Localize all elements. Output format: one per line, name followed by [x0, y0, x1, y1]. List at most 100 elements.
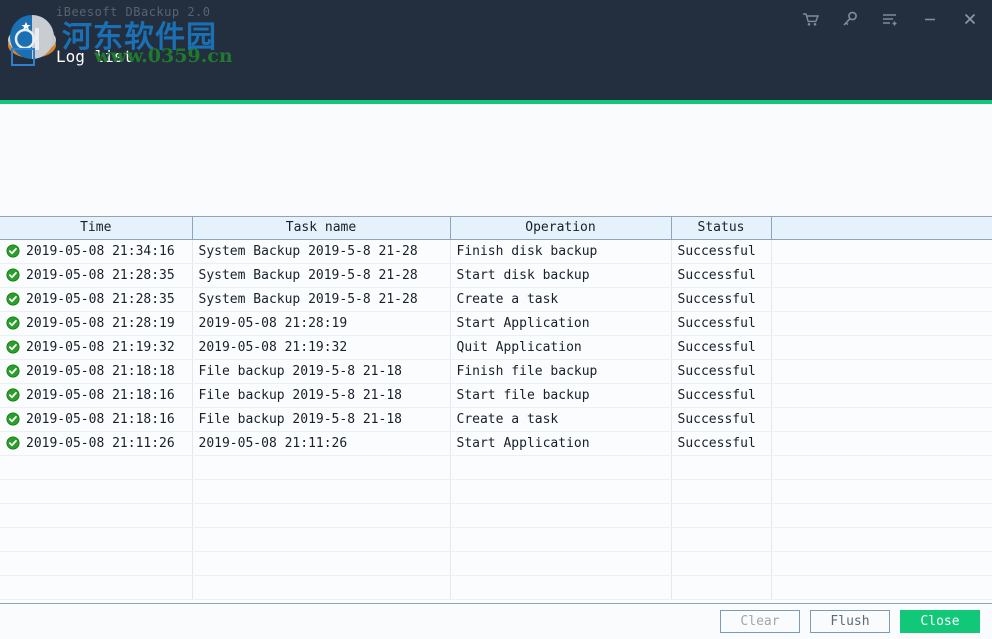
- cell-task-name: File backup 2019-5-8 21-18: [192, 383, 450, 407]
- app-title: iBeesoft DBackup 2.0: [56, 5, 211, 19]
- log-list-window: iBeesoft DBackup 2.0 Log list 河东软件园 www.…: [0, 0, 992, 639]
- cell-blank: [771, 335, 992, 359]
- table-row-empty[interactable]: [0, 455, 992, 479]
- cell-operation: Create a task: [450, 287, 671, 311]
- check-circle-icon: [6, 388, 20, 402]
- cell-time: 2019-05-08 21:19:32: [0, 335, 192, 359]
- table-row[interactable]: 2019-05-08 21:19:322019-05-08 21:19:32Qu…: [0, 335, 992, 359]
- cell-time-text: 2019-05-08 21:18:16: [26, 388, 175, 403]
- cell-task-name: File backup 2019-5-8 21-18: [192, 359, 450, 383]
- table-row[interactable]: 2019-05-08 21:18:16 File backup 2019-5-8 …: [0, 407, 992, 431]
- cell-time-text: 2019-05-08 21:28:35: [26, 268, 175, 283]
- cell-time-text: 2019-05-08 21:28:19: [26, 316, 175, 331]
- cell-time-text: 2019-05-08 21:18:18: [26, 364, 175, 379]
- table-row-empty[interactable]: [0, 479, 992, 503]
- cell-status: Successful: [671, 335, 771, 359]
- watermark-logo-icon: [3, 13, 61, 71]
- table-row-empty[interactable]: [0, 503, 992, 527]
- cell-operation: Quit Application: [450, 335, 671, 359]
- column-header-time[interactable]: Time: [0, 217, 192, 239]
- cell-task-name: System Backup 2019-5-8 21-28: [192, 239, 450, 263]
- cell-time: 2019-05-08 21:28:19: [0, 311, 192, 335]
- cell-blank: [771, 431, 992, 455]
- cell-task-name: System Backup 2019-5-8 21-28: [192, 263, 450, 287]
- cell-operation: Start disk backup: [450, 263, 671, 287]
- table-row-empty[interactable]: [0, 575, 992, 599]
- cell-time-text: 2019-05-08 21:11:26: [26, 436, 175, 451]
- page-title: Log list: [56, 47, 133, 66]
- cell-status: Successful: [671, 431, 771, 455]
- cell-operation: Start Application: [450, 431, 671, 455]
- cell-status: Successful: [671, 287, 771, 311]
- table-row-empty[interactable]: [0, 551, 992, 575]
- cell-task-name: System Backup 2019-5-8 21-28: [192, 287, 450, 311]
- flush-button[interactable]: Flush: [810, 610, 890, 633]
- column-header-status[interactable]: Status: [671, 217, 771, 239]
- table-header-row: Time Task name Operation Status: [0, 217, 992, 239]
- table-row[interactable]: 2019-05-08 21:28:35 System Backup 2019-5-…: [0, 287, 992, 311]
- cell-status: Successful: [671, 407, 771, 431]
- cell-time-text: 2019-05-08 21:19:32: [26, 340, 175, 355]
- table-row-empty[interactable]: [0, 527, 992, 551]
- cell-operation: Start Application: [450, 311, 671, 335]
- cell-time-text: 2019-05-08 21:18:16: [26, 412, 175, 427]
- table-row[interactable]: 2019-05-08 21:18:18 File backup 2019-5-8 …: [0, 359, 992, 383]
- cell-blank: [771, 359, 992, 383]
- cell-blank: [771, 263, 992, 287]
- cart-icon[interactable]: [796, 5, 824, 33]
- cell-blank: [771, 407, 992, 431]
- cell-time-text: 2019-05-08 21:28:35: [26, 292, 175, 307]
- cell-blank: [771, 383, 992, 407]
- column-header-operation[interactable]: Operation: [450, 217, 671, 239]
- menu-icon[interactable]: [876, 5, 904, 33]
- cell-status: Successful: [671, 239, 771, 263]
- filter-panel: Start time: 2019-04-08 Finish time: 2019…: [0, 104, 992, 216]
- cell-task-name: 2019-05-08 21:11:26: [192, 431, 450, 455]
- cell-status: Successful: [671, 383, 771, 407]
- check-circle-icon: [6, 436, 20, 450]
- check-circle-icon: [6, 268, 20, 282]
- cell-time: 2019-05-08 21:34:16: [0, 239, 192, 263]
- table-row[interactable]: 2019-05-08 21:28:192019-05-08 21:28:19St…: [0, 311, 992, 335]
- clear-button[interactable]: Clear: [720, 610, 800, 633]
- cell-time: 2019-05-08 21:18:16: [0, 383, 192, 407]
- cell-time: 2019-05-08 21:18:18: [0, 359, 192, 383]
- cell-operation: Create a task: [450, 407, 671, 431]
- column-header-task-name[interactable]: Task name: [192, 217, 450, 239]
- log-table-container: Time Task name Operation Status 2019-05-…: [0, 216, 992, 604]
- minimize-icon[interactable]: [916, 5, 944, 33]
- cell-time: 2019-05-08 21:18:16: [0, 407, 192, 431]
- cell-status: Successful: [671, 311, 771, 335]
- column-header-blank[interactable]: [771, 217, 992, 239]
- footer-button-bar: Clear Flush Close: [0, 604, 992, 639]
- cell-operation: Start file backup: [450, 383, 671, 407]
- check-circle-icon: [6, 340, 20, 354]
- close-icon[interactable]: [956, 5, 984, 33]
- cell-time: 2019-05-08 21:28:35: [0, 263, 192, 287]
- cell-blank: [771, 311, 992, 335]
- table-row[interactable]: 2019-05-08 21:11:262019-05-08 21:11:26St…: [0, 431, 992, 455]
- window-controls: [796, 2, 984, 36]
- cell-blank: [771, 239, 992, 263]
- cell-time-text: 2019-05-08 21:34:16: [26, 244, 175, 259]
- log-table: Time Task name Operation Status 2019-05-…: [0, 217, 992, 600]
- cell-status: Successful: [671, 359, 771, 383]
- check-circle-icon: [6, 316, 20, 330]
- cell-status: Successful: [671, 263, 771, 287]
- cell-time: 2019-05-08 21:11:26: [0, 431, 192, 455]
- table-row[interactable]: 2019-05-08 21:34:16 System Backup 2019-5-…: [0, 239, 992, 263]
- log-table-body: 2019-05-08 21:34:16 System Backup 2019-5-…: [0, 239, 992, 599]
- cell-task-name: File backup 2019-5-8 21-18: [192, 407, 450, 431]
- key-icon[interactable]: [836, 5, 864, 33]
- check-circle-icon: [6, 244, 20, 258]
- cell-task-name: 2019-05-08 21:28:19: [192, 311, 450, 335]
- table-row[interactable]: 2019-05-08 21:18:16 File backup 2019-5-8 …: [0, 383, 992, 407]
- title-bar: iBeesoft DBackup 2.0 Log list 河东软件园 www.…: [0, 0, 992, 104]
- cell-task-name: 2019-05-08 21:19:32: [192, 335, 450, 359]
- table-row[interactable]: 2019-05-08 21:28:35 System Backup 2019-5-…: [0, 263, 992, 287]
- cell-operation: Finish disk backup: [450, 239, 671, 263]
- cell-operation: Finish file backup: [450, 359, 671, 383]
- close-button[interactable]: Close: [900, 610, 980, 633]
- check-circle-icon: [6, 412, 20, 426]
- cell-blank: [771, 287, 992, 311]
